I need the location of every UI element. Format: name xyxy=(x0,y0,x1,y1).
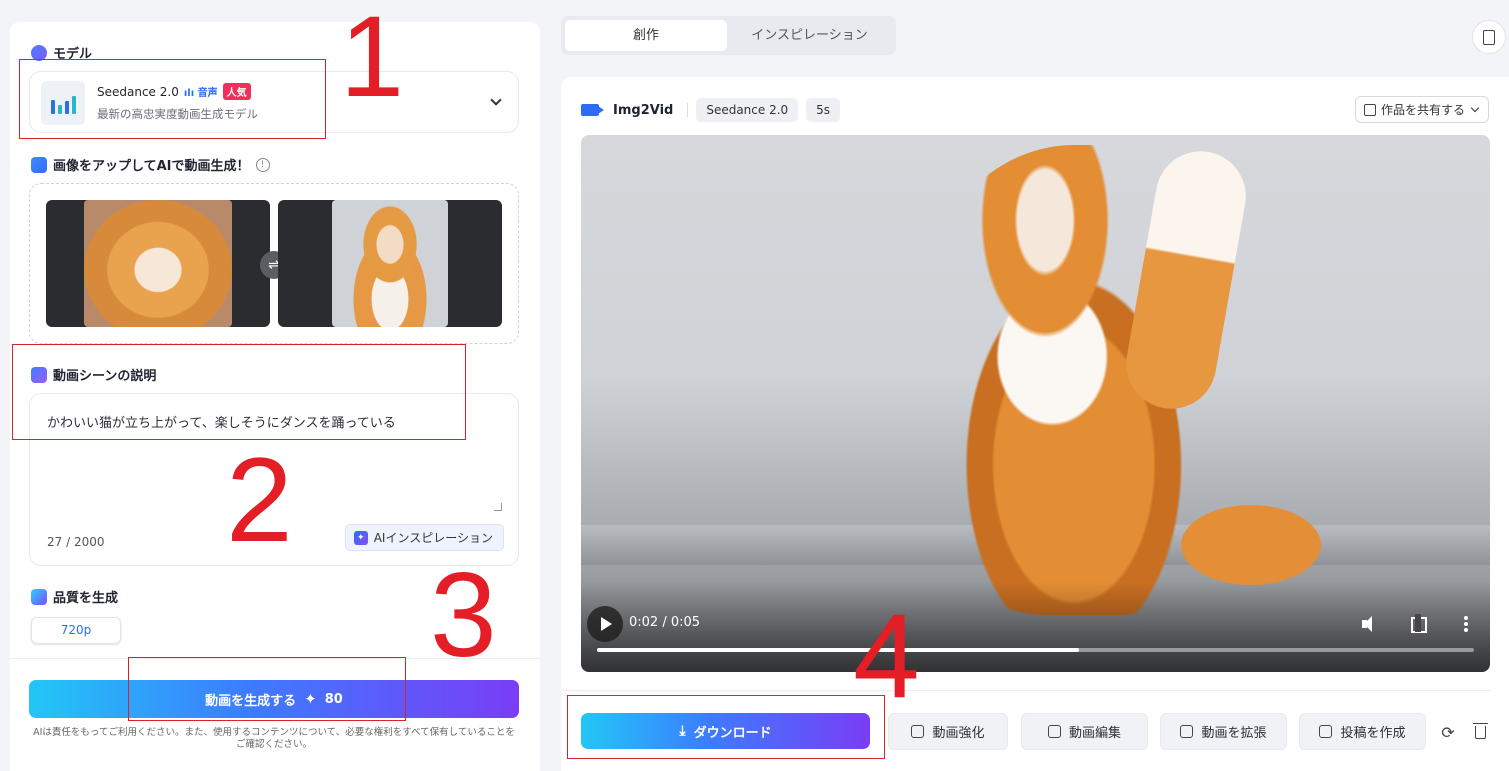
video-progress-fill xyxy=(597,648,1080,652)
trash-icon[interactable] xyxy=(1470,722,1490,742)
video-edit-icon xyxy=(1047,725,1061,738)
header-divider xyxy=(687,103,689,117)
character-counter: 27 / 2000 xyxy=(47,535,105,549)
annotation-number-2: 2 xyxy=(226,433,293,567)
cat-sitting-picture xyxy=(332,200,448,327)
tab-inspiration[interactable]: インスピレーション xyxy=(727,20,892,51)
start-frame-image[interactable] xyxy=(46,200,270,327)
quality-section-title: 品質を生成 xyxy=(31,587,118,606)
result-panel: Img2Vid Seedance 2.0 5s 作品を共有する 0:02 / 0… xyxy=(561,77,1509,771)
annotation-number-4: 4 xyxy=(853,589,920,723)
video-player[interactable]: 0:02 / 0:05 xyxy=(581,135,1490,672)
share-work-button[interactable]: 作品を共有する xyxy=(1354,96,1489,123)
history-button[interactable] xyxy=(1472,20,1506,54)
result-header: Img2Vid Seedance 2.0 5s xyxy=(581,98,841,122)
document-edit-icon xyxy=(1483,29,1495,45)
mode-title: Img2Vid xyxy=(613,102,674,118)
edit-video-button[interactable]: 動画編集 xyxy=(1021,713,1148,750)
quality-option-720p[interactable]: 720p xyxy=(31,617,121,644)
annotation-box-2 xyxy=(12,344,466,440)
ai-sparkle-icon: ✦ xyxy=(353,530,368,545)
image-upload-area[interactable]: ⇌ xyxy=(29,183,519,344)
duration-pill: 5s xyxy=(806,98,841,122)
refresh-icon[interactable]: ⟳ xyxy=(1438,722,1458,742)
end-frame-image[interactable] xyxy=(278,200,502,327)
film-enhance-icon xyxy=(911,725,925,738)
play-icon[interactable] xyxy=(587,606,623,642)
tab-create[interactable]: 創作 xyxy=(565,20,727,51)
resize-handle-icon[interactable] xyxy=(494,503,502,511)
create-post-button[interactable]: 投稿を作成 xyxy=(1299,713,1426,750)
video-progress-bar[interactable] xyxy=(597,648,1474,652)
annotation-number-1: 1 xyxy=(340,0,404,121)
expand-icon xyxy=(1180,725,1194,738)
mode-tabs: 創作 インスピレーション xyxy=(561,16,896,55)
model-pill: Seedance 2.0 xyxy=(696,98,799,122)
video-camera-icon xyxy=(581,104,604,116)
upload-section-title: 画像をアップしてAIで動画生成！ ! xyxy=(31,155,270,174)
annotation-number-3: 3 xyxy=(430,548,497,682)
volume-icon[interactable] xyxy=(1358,612,1382,636)
ai-disclaimer: AIは責任をもってご利用ください。また、使用するコンテンツについて、必要な権利を… xyxy=(33,727,515,750)
annotation-box-3 xyxy=(128,657,406,721)
fullscreen-icon[interactable] xyxy=(1406,612,1430,636)
playback-time: 0:02 / 0:05 xyxy=(629,615,701,630)
quality-icon xyxy=(31,588,47,605)
external-link-icon xyxy=(1363,103,1376,116)
post-document-icon xyxy=(1319,725,1333,738)
more-options-icon[interactable] xyxy=(1454,612,1478,636)
annotation-box-1 xyxy=(19,59,326,139)
extend-video-button[interactable]: 動画を拡張 xyxy=(1160,713,1287,750)
image-icon xyxy=(31,156,47,173)
cat-closeup-picture xyxy=(84,200,232,327)
ai-inspiration-button[interactable]: ✦ AIインスピレーション xyxy=(344,524,504,551)
annotation-box-4 xyxy=(567,695,885,759)
controls-overlay xyxy=(581,582,1490,672)
info-icon[interactable]: ! xyxy=(255,157,270,172)
chevron-down-icon xyxy=(1470,103,1480,113)
footer-divider xyxy=(561,690,1490,691)
chevron-down-icon[interactable] xyxy=(490,94,502,106)
